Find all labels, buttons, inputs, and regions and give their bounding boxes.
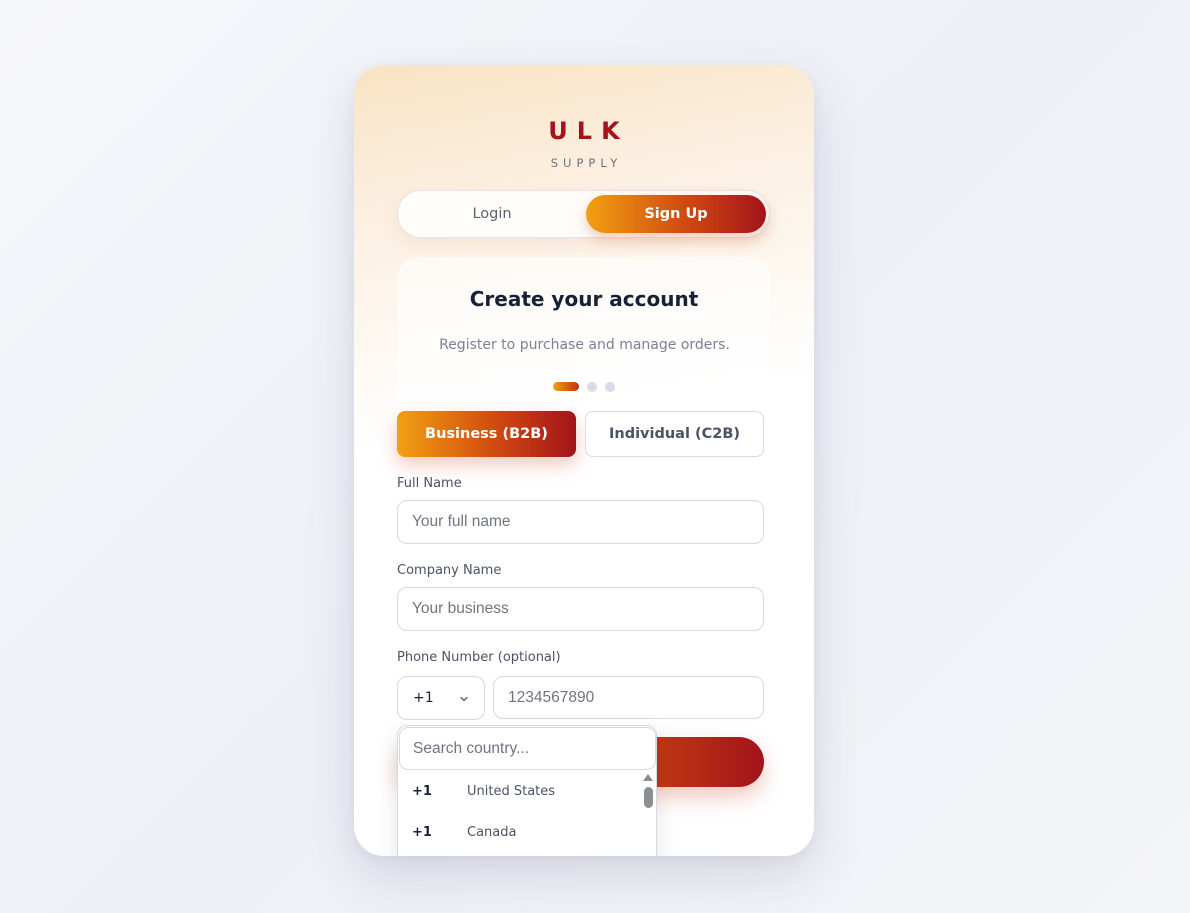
brand-tagline: SUPPLY — [550, 156, 623, 170]
chevron-down-icon — [460, 696, 468, 702]
individual-account-button[interactable]: Individual (C2B) — [585, 411, 764, 457]
step-dot — [587, 382, 597, 392]
page-title: Create your account — [469, 287, 699, 311]
company-name-input[interactable] — [397, 587, 764, 631]
page-subtitle: Register to purchase and manage orders. — [439, 337, 730, 353]
auth-tabs: Login Sign Up — [397, 190, 770, 238]
step-dot — [605, 382, 615, 392]
country-option-code: +1 — [412, 784, 432, 799]
scroll-up-arrow-icon[interactable] — [643, 774, 653, 781]
country-code-value: +1 — [413, 690, 434, 706]
company-name-label: Company Name — [397, 563, 502, 578]
country-search-input[interactable] — [399, 727, 656, 770]
country-dropdown: +1 United States +1 Canada — [397, 725, 657, 856]
step-dot-active — [553, 382, 579, 391]
tab-signup[interactable]: Sign Up — [586, 195, 766, 233]
country-code-select[interactable]: +1 — [397, 676, 485, 720]
signup-card: ULK SUPPLY Login Sign Up Create your acc… — [354, 65, 814, 856]
phone-label: Phone Number (optional) — [397, 650, 561, 665]
dropdown-scrollbar[interactable] — [644, 787, 653, 808]
full-name-input[interactable] — [397, 500, 764, 544]
business-account-button[interactable]: Business (B2B) — [397, 411, 576, 457]
phone-input[interactable] — [493, 676, 764, 719]
country-option-name: United States — [467, 784, 556, 799]
tab-login[interactable]: Login — [402, 195, 582, 233]
country-option-name: Canada — [467, 825, 517, 840]
country-option-code: +1 — [412, 825, 432, 840]
country-option-canada[interactable]: +1 Canada — [398, 812, 642, 853]
country-option-united-states[interactable]: +1 United States — [398, 771, 642, 812]
full-name-label: Full Name — [397, 476, 462, 491]
brand-logo: ULK — [548, 117, 629, 145]
